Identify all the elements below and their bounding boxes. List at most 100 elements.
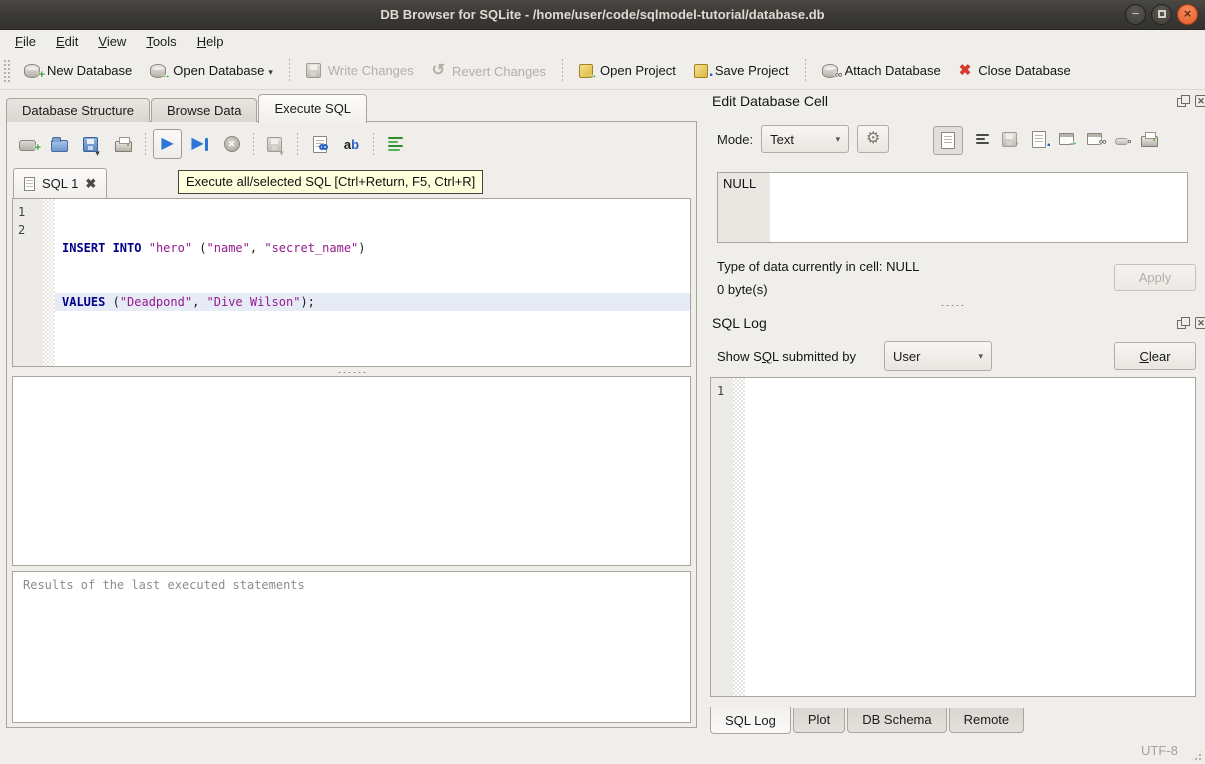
toolbar-separator [145,133,146,155]
dock-close-icon[interactable]: ✕ [1195,95,1205,107]
toolbar-separator [373,133,374,155]
open-sql-file-button[interactable] [45,129,74,159]
sql-log-dock-buttons: ✕ [1177,317,1205,329]
tab-remote[interactable]: Remote [949,708,1025,733]
print-cell-button[interactable] [1141,131,1158,150]
dock-close-icon[interactable]: ✕ [1195,317,1205,329]
new-sql-tab-button[interactable]: + [13,129,42,159]
word-wrap-button[interactable] [381,129,410,159]
word-wrap-cell-button[interactable] [976,132,989,149]
save-cell-button[interactable]: ▾ [1002,132,1019,150]
print-icon [115,141,132,152]
menu-edit[interactable]: Edit [46,32,88,51]
open-external-button[interactable]: ∞ [1087,133,1102,148]
save-results-icon [267,137,282,152]
maximize-button[interactable] [1151,4,1172,25]
write-changes-button[interactable]: Write Changes [297,56,423,85]
menu-tools[interactable]: Tools [136,32,186,51]
toolbar-drag-handle[interactable] [3,59,10,83]
save-sql-file-button[interactable]: ▾ [77,129,106,159]
auto-switch-mode-button[interactable]: ⚙ [857,125,889,153]
open-database-dropdown-icon[interactable]: ▾ [268,67,273,78]
execute-line-button[interactable]: ▶ [185,129,214,159]
log-filter-select[interactable]: User ▾ [884,341,992,371]
chevron-down-icon: ▾ [836,134,841,145]
tab-browse-data[interactable]: Browse Data [151,98,257,122]
open-database-button[interactable]: → Open Database ▾ [141,56,282,85]
cell-size-info: 0 byte(s) [717,282,768,297]
window-title: DB Browser for SQLite - /home/user/code/… [0,0,1205,29]
sql-code-area[interactable]: INSERT INTO "hero" ("name", "secret_name… [55,199,690,366]
export-icon: → [1059,133,1074,145]
menu-file[interactable]: File [5,32,46,51]
line-number: 1 [18,203,43,221]
code-line-1: INSERT INTO "hero" ("name", "secret_name… [55,239,690,257]
sql-editor-tab[interactable]: SQL 1 ✖ [13,168,107,198]
dock-splitter-handle[interactable] [940,304,966,307]
save-results-button[interactable]: ▾ [261,129,290,159]
new-database-button[interactable]: + New Database [15,56,141,85]
link-icon: ∞ [1087,133,1102,145]
results-message-pane: Results of the last executed statements [12,571,691,723]
tab-sql-log[interactable]: SQL Log [710,707,791,734]
save-sql-file-icon [83,137,98,152]
mode-label: Mode: [717,132,753,147]
tab-plot[interactable]: Plot [793,708,845,733]
log-line-gutter: 1 [711,378,733,696]
word-wrap-icon [976,132,989,146]
text-view-button[interactable] [933,126,963,155]
open-project-button[interactable]: → Open Project [570,56,685,85]
revert-changes-icon: ↺ [432,63,445,79]
open-sql-file-icon [51,140,68,152]
export-cell-button[interactable]: → [1059,133,1074,148]
word-wrap-icon [388,135,403,153]
format-sql-icon: ab [344,137,359,152]
minimize-button[interactable]: − [1125,4,1146,25]
toolbar-separator [297,133,298,155]
main-tab-bar: Database Structure Browse Data Execute S… [6,97,368,122]
close-database-button[interactable]: ✖ Close Database [950,56,1080,85]
chevron-down-icon: ▾ [978,351,983,362]
mode-select[interactable]: Text ▾ [761,125,849,153]
cell-type-info: Type of data currently in cell: NULL [717,259,919,274]
mode-value: Text [770,132,794,147]
cell-value-editor[interactable]: NULL [717,172,1188,243]
tab-execute-sql[interactable]: Execute SQL [258,94,367,123]
save-icon [1002,132,1017,147]
line-number: 2 [18,221,43,239]
sql-tab-close-icon[interactable]: ✖ [85,176,96,192]
clear-log-button[interactable]: Clear [1114,342,1196,370]
print-sql-button[interactable] [109,129,138,159]
null-icon: ∘ [1115,138,1128,145]
save-project-button[interactable]: ▪ Save Project [685,56,798,85]
log-filter-label: Show SQL submitted by [717,349,856,364]
menu-help[interactable]: Help [187,32,234,51]
attach-database-icon: ∞ [822,64,838,78]
results-placeholder: Results of the last executed statements [13,572,690,598]
sql-log-view[interactable]: 1 [710,377,1196,697]
tab-database-structure[interactable]: Database Structure [6,98,150,122]
revert-changes-button[interactable]: ↺ Revert Changes [423,56,555,86]
edit-cell-dock-title: Edit Database Cell [712,93,828,109]
dock-float-icon[interactable] [1177,95,1189,107]
execute-all-button[interactable]: ▶ [153,129,182,159]
toolbar-separator [253,133,254,155]
write-changes-icon [306,63,321,78]
import-cell-button[interactable]: ▪ [1032,131,1046,151]
stop-execution-button[interactable]: ✕ [217,129,246,159]
execute-all-icon: ▶ [161,136,173,152]
resize-grip[interactable] [1190,749,1203,762]
encoding-indicator[interactable]: UTF-8 [1141,743,1178,758]
dock-float-icon[interactable] [1177,317,1189,329]
stop-icon: ✕ [224,136,240,152]
apply-button[interactable]: Apply [1114,264,1196,291]
tab-db-schema[interactable]: DB Schema [847,708,946,733]
find-replace-button[interactable] [305,129,334,159]
menu-view[interactable]: View [88,32,136,51]
splitter-handle[interactable] [12,368,691,376]
set-null-button[interactable]: ∘ [1115,133,1128,148]
format-sql-button[interactable]: ab [337,129,366,159]
close-button[interactable]: × [1177,4,1198,25]
sql-editor[interactable]: 1 2 INSERT INTO "hero" ("name", "secret_… [12,198,691,367]
attach-database-button[interactable]: ∞ Attach Database [813,56,950,85]
